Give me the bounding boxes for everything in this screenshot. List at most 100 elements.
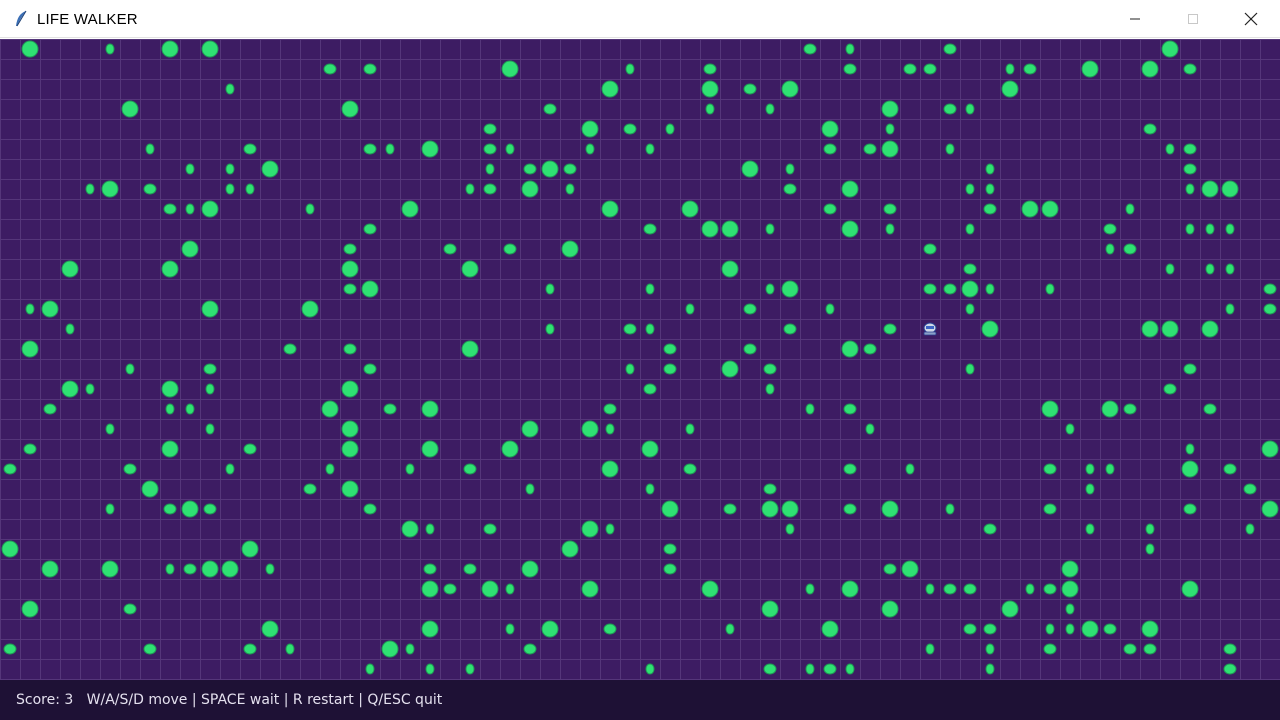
live-cell: [585, 143, 595, 155]
live-cell: [421, 400, 439, 418]
live-cell: [205, 383, 215, 395]
live-cell: [523, 163, 537, 175]
live-cell: [1165, 143, 1175, 155]
live-cell: [483, 183, 497, 195]
live-cell: [785, 523, 795, 535]
live-cell: [261, 620, 279, 638]
live-cell: [623, 323, 637, 335]
live-cell: [363, 363, 377, 375]
live-cell: [1043, 503, 1057, 515]
live-cell: [1045, 623, 1055, 635]
live-cell: [645, 323, 655, 335]
live-cell: [125, 363, 135, 375]
live-cell: [541, 160, 559, 178]
live-cell: [1143, 643, 1157, 655]
live-cell: [165, 403, 175, 415]
live-cell: [741, 160, 759, 178]
live-cell: [763, 363, 777, 375]
live-cell: [1105, 463, 1115, 475]
live-cell: [983, 203, 997, 215]
close-button[interactable]: [1222, 0, 1280, 38]
live-cell: [581, 420, 599, 438]
live-cell: [1203, 403, 1217, 415]
live-cell: [1045, 283, 1055, 295]
live-cell: [181, 500, 199, 518]
live-cell: [1043, 583, 1057, 595]
live-cell: [105, 43, 115, 55]
live-cell: [463, 463, 477, 475]
live-cell: [761, 600, 779, 618]
live-cell: [101, 560, 119, 578]
game-board[interactable]: [0, 39, 1280, 680]
live-cell: [145, 143, 155, 155]
live-cell: [1043, 463, 1057, 475]
live-cell: [1183, 63, 1197, 75]
live-cell: [501, 440, 519, 458]
live-cell: [1141, 620, 1159, 638]
live-cell: [1263, 303, 1277, 315]
live-cell: [883, 563, 897, 575]
live-cell: [663, 543, 677, 555]
live-cell: [605, 423, 615, 435]
live-cell: [841, 580, 859, 598]
live-cell: [983, 523, 997, 535]
live-cell: [601, 80, 619, 98]
minimize-button[interactable]: [1106, 0, 1164, 38]
live-cell: [781, 80, 799, 98]
live-cell: [663, 363, 677, 375]
live-cell: [961, 280, 979, 298]
live-cell: [803, 43, 817, 55]
live-cell: [521, 420, 539, 438]
life-grid[interactable]: [0, 39, 1280, 680]
live-cell: [381, 640, 399, 658]
live-cell: [505, 143, 515, 155]
live-cell: [185, 403, 195, 415]
live-cell: [523, 643, 537, 655]
maximize-button[interactable]: [1164, 0, 1222, 38]
live-cell: [823, 663, 837, 675]
live-cell: [985, 283, 995, 295]
live-cell: [721, 220, 739, 238]
live-cell: [743, 83, 757, 95]
live-cell: [41, 560, 59, 578]
live-cell: [421, 580, 439, 598]
live-cell: [1061, 580, 1079, 598]
live-cell: [1065, 623, 1075, 635]
live-cell: [983, 623, 997, 635]
live-cell: [161, 380, 179, 398]
live-cell: [701, 580, 719, 598]
live-cell: [545, 323, 555, 335]
live-cell: [1041, 200, 1059, 218]
live-cell: [243, 143, 257, 155]
live-cell: [1183, 363, 1197, 375]
live-cell: [723, 503, 737, 515]
live-cell: [483, 143, 497, 155]
live-cell: [881, 140, 899, 158]
maximize-icon: [1188, 14, 1198, 24]
live-cell: [701, 80, 719, 98]
live-cell: [201, 40, 219, 58]
live-cell: [563, 163, 577, 175]
live-cell: [743, 343, 757, 355]
live-cell: [683, 463, 697, 475]
live-cell: [261, 160, 279, 178]
live-cell: [301, 300, 319, 318]
live-cell: [443, 243, 457, 255]
live-cell: [123, 463, 137, 475]
live-cell: [105, 423, 115, 435]
live-cell: [225, 183, 235, 195]
live-cell: [903, 63, 917, 75]
live-cell: [685, 423, 695, 435]
live-cell: [161, 440, 179, 458]
live-cell: [61, 380, 79, 398]
live-cell: [505, 623, 515, 635]
live-cell: [41, 300, 59, 318]
live-cell: [1221, 180, 1239, 198]
live-cell: [1141, 60, 1159, 78]
live-cell: [21, 600, 39, 618]
live-cell: [645, 283, 655, 295]
live-cell: [1103, 223, 1117, 235]
live-cell: [401, 520, 419, 538]
live-cell: [721, 260, 739, 278]
live-cell: [1185, 183, 1195, 195]
